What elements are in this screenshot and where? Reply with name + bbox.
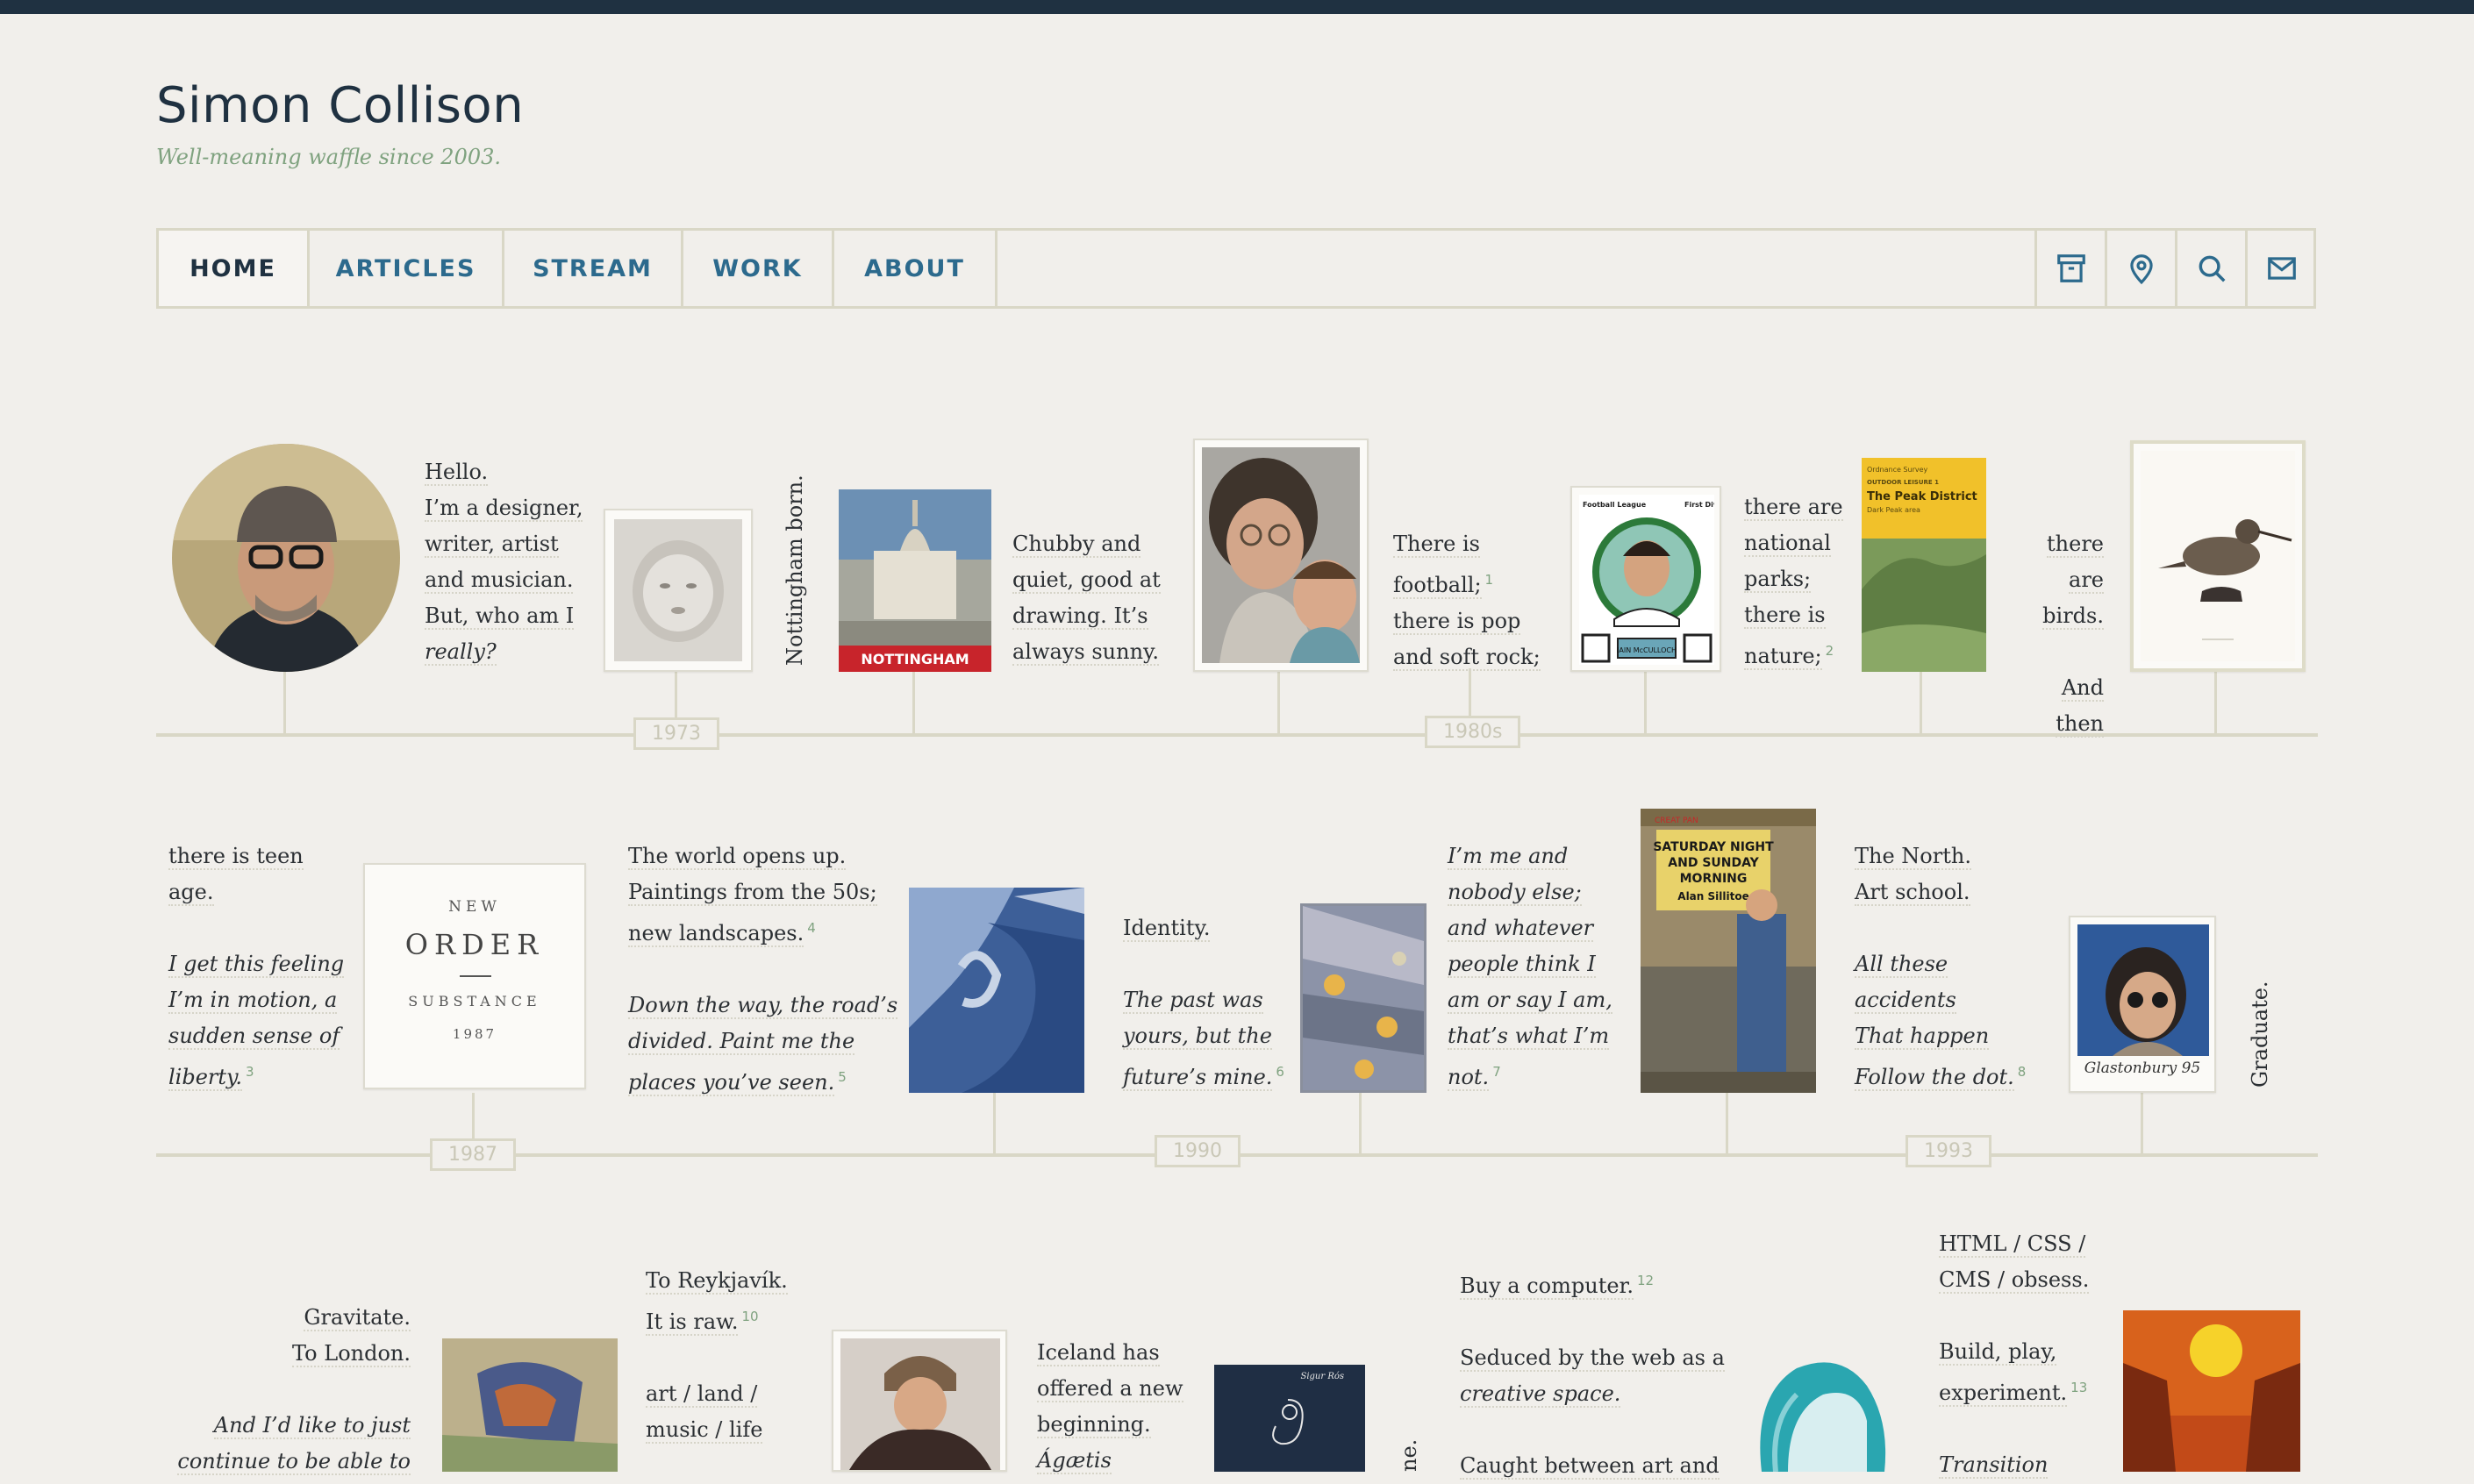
avatar[interactable]: [172, 444, 400, 672]
nottingham-postcard[interactable]: NOTTINGHAM: [839, 489, 991, 672]
year-label: 1987: [430, 1138, 516, 1171]
svg-text:The Peak District: The Peak District: [1867, 490, 1977, 503]
nav-item-stream[interactable]: STREAM: [504, 231, 683, 306]
polaroid-photo[interactable]: Glastonbury 95: [2069, 916, 2216, 1093]
postcard-label: NOTTINGHAM: [861, 651, 969, 667]
footnote-link[interactable]: 7: [1492, 1064, 1501, 1080]
timeline-tick: [993, 1093, 996, 1154]
timeline-tick: [472, 1093, 475, 1138]
svg-text:First Division: First Division: [1684, 501, 1714, 509]
graduate-text: Graduate.: [2248, 981, 2272, 1088]
footnote-link[interactable]: 13: [2070, 1380, 2087, 1395]
os-map[interactable]: Ordnance Survey OUTDOOR LEISURE 1 The Pe…: [1862, 458, 1986, 672]
nav-item-work[interactable]: WORK: [683, 231, 834, 306]
intro-text: Hello. I’m a designer, writer, artist an…: [425, 460, 583, 666]
svg-text:Sigur Rós: Sigur Rós: [1300, 1372, 1344, 1381]
svg-text:OUTDOOR LEISURE 1: OUTDOOR LEISURE 1: [1867, 479, 1939, 486]
album-cover[interactable]: [1300, 903, 1426, 1093]
site-title[interactable]: Simon Collison: [156, 77, 524, 134]
location-pin-icon[interactable]: [2105, 231, 2175, 306]
html-text: HTML / CSS / CMS / obsess. Build, play, …: [1939, 1231, 2090, 1479]
world-text: The world opens up. Paintings from the 5…: [628, 844, 898, 1096]
footnote-link[interactable]: 3: [246, 1064, 254, 1080]
year-label: 1993: [1906, 1135, 1991, 1167]
abstract-painting[interactable]: [442, 1338, 618, 1472]
timeline-tick: [1920, 668, 1922, 735]
timeline-tick: [675, 667, 677, 719]
nav-item-home[interactable]: HOME: [159, 231, 310, 306]
timeline-tick: [1644, 668, 1647, 735]
timeline-tick: [912, 668, 915, 735]
computer-text: Buy a computer. 12 Seduced by the web as …: [1460, 1273, 1725, 1480]
sunset-photo[interactable]: [2123, 1310, 2300, 1472]
footnote-link[interactable]: 5: [838, 1069, 847, 1085]
baby-photo[interactable]: [604, 509, 753, 672]
mail-icon[interactable]: [2245, 231, 2315, 306]
svg-text:SATURDAY NIGHT: SATURDAY NIGHT: [1653, 840, 1774, 854]
footnote-link[interactable]: 6: [1276, 1064, 1284, 1080]
gravitate-text: Gravitate. To London. And I’d like to ju…: [177, 1305, 411, 1475]
svg-text:CREAT PAN: CREAT PAN: [1655, 817, 1698, 825]
svg-text:IAIN McCULLOCH: IAIN McCULLOCH: [1617, 646, 1677, 654]
bird-print[interactable]: [2130, 440, 2306, 672]
svg-text:Alan Sillitoe: Alan Sillitoe: [1677, 890, 1748, 903]
year-label: 1990: [1155, 1135, 1241, 1167]
north-text: The North. Art school. All these acciden…: [1855, 844, 2027, 1091]
identity-text: Identity. The past was yours, but the fu…: [1123, 916, 1284, 1091]
polaroid-caption: Glastonbury 95: [2084, 1059, 2201, 1077]
footnote-link[interactable]: 4: [807, 920, 816, 936]
nav-item-articles[interactable]: ARTICLES: [310, 231, 504, 306]
svg-text:Ordnance Survey: Ordnance Survey: [1867, 466, 1928, 474]
search-icon[interactable]: [2175, 231, 2245, 306]
me-text: I’m me and nobody else; and whatever peo…: [1448, 844, 1612, 1091]
svg-text:Dark Peak area: Dark Peak area: [1867, 506, 1920, 514]
timeline-tick: [1359, 1093, 1362, 1154]
sigur-ros-album[interactable]: Sigur Rós: [1214, 1365, 1365, 1472]
reykjavik-text: To Reykjavík. It is raw. 10 art / land / …: [646, 1268, 788, 1444]
timeline-tick: [2141, 1093, 2143, 1154]
timeline-tick: [1277, 668, 1280, 735]
timeline-tick: [1726, 1093, 1728, 1154]
archive-icon[interactable]: [2034, 231, 2105, 306]
main-nav: HOME ARTICLES STREAM WORK ABOUT: [156, 228, 2316, 309]
winter-photo[interactable]: [832, 1330, 1007, 1472]
timeline-tick: [283, 667, 286, 735]
record-sleeve[interactable]: NEW ORDER SUBSTANCE 1987: [363, 863, 586, 1089]
timeline-tick: [1469, 668, 1471, 717]
football-text: There is football; 1 there is pop and sof…: [1393, 532, 1541, 671]
timeline-tick: [2214, 668, 2217, 735]
site-tagline: Well-meaning waffle since 2003.: [156, 145, 501, 169]
chubby-text: Chubby and quiet, good at drawing. It’s …: [1012, 532, 1161, 666]
iceland-text: Iceland has offered a new beginning. Ágæ…: [1037, 1340, 1183, 1474]
year-label: 1973: [633, 717, 719, 750]
parks-text: there are national parks; there is natur…: [1744, 495, 1843, 670]
year-label: 1980s: [1425, 716, 1521, 748]
footnote-link[interactable]: 12: [1637, 1273, 1654, 1288]
vertical-partial-text: ne.: [1397, 1438, 1421, 1472]
teen-text: there is teen age. I get this feeling I’…: [168, 844, 345, 1091]
family-photo[interactable]: [1193, 439, 1369, 672]
footnote-link[interactable]: 2: [1826, 643, 1834, 659]
timeline-line: [156, 733, 2318, 737]
birds-text: there are birds. And then: [2042, 532, 2104, 738]
footnote-link[interactable]: 8: [2018, 1064, 2027, 1080]
footnote-link[interactable]: 10: [741, 1309, 758, 1324]
book-cover[interactable]: CREAT PAN SATURDAY NIGHT AND SUNDAY MORN…: [1641, 809, 1816, 1093]
football-card[interactable]: Football League First Division IAIN McCU…: [1570, 486, 1737, 672]
imac-photo[interactable]: [1735, 1351, 1893, 1473]
born-text: Nottingham born.: [783, 474, 807, 666]
svg-text:MORNING: MORNING: [1680, 872, 1748, 886]
top-bar: [0, 0, 2474, 14]
svg-text:Football League: Football League: [1583, 501, 1647, 509]
nav-item-about[interactable]: ABOUT: [834, 231, 997, 306]
svg-text:AND SUNDAY: AND SUNDAY: [1668, 856, 1759, 870]
footnote-link[interactable]: 1: [1485, 572, 1494, 588]
blue-painting[interactable]: [909, 888, 1084, 1093]
